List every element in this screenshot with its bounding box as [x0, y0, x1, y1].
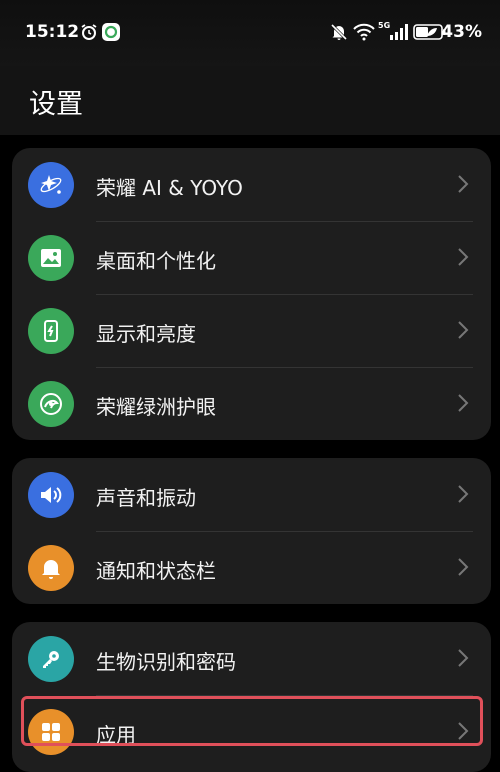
settings-item-label: 显示和亮度 — [96, 322, 196, 346]
settings-item-label: 生物识别和密码 — [96, 650, 236, 674]
settings-item-label: 声音和振动 — [96, 486, 196, 510]
status-bar: 15:12 5G 43% — [0, 0, 500, 66]
sparkle-icon — [28, 162, 74, 208]
wifi-icon — [353, 22, 375, 42]
chevron-right-icon — [458, 248, 469, 266]
settings-item-biometrics-password[interactable]: 生物识别和密码 — [12, 622, 491, 695]
settings-item-honor-ai-yoyo[interactable]: 荣耀 AI & YOYO — [12, 148, 491, 221]
settings-item-label: 通知和状态栏 — [96, 559, 216, 583]
key-icon — [28, 636, 74, 682]
phone-brightness-icon — [28, 308, 74, 354]
settings-group-2: 声音和振动 通知和状态栏 — [12, 458, 491, 604]
speaker-icon — [28, 472, 74, 518]
bell-icon — [28, 545, 74, 591]
page-title: 设置 — [29, 89, 83, 120]
chevron-right-icon — [458, 649, 469, 667]
chevron-right-icon — [458, 485, 469, 503]
header: 设置 — [0, 66, 500, 135]
image-icon — [28, 235, 74, 281]
app-notification-icon — [101, 22, 121, 42]
chevron-right-icon — [458, 558, 469, 576]
alarm-icon — [80, 22, 98, 42]
network-type-label: 5G — [378, 21, 391, 30]
settings-item-label: 荣耀绿洲护眼 — [96, 395, 216, 419]
settings-item-eye-comfort[interactable]: 荣耀绿洲护眼 — [12, 367, 491, 440]
chevron-right-icon — [458, 175, 469, 193]
settings-item-label: 桌面和个性化 — [96, 249, 216, 273]
chevron-right-icon — [458, 394, 469, 412]
eye-comfort-icon — [28, 381, 74, 427]
settings-group-1: 荣耀 AI & YOYO 桌面和个性化 显示和亮度 荣耀绿洲护眼 — [12, 148, 491, 440]
battery-percentage: 43% — [441, 22, 482, 42]
cellular-signal-icon: 5G — [378, 21, 408, 42]
selection-highlight — [21, 696, 483, 746]
status-time: 15:12 — [25, 22, 80, 42]
settings-item-display-brightness[interactable]: 显示和亮度 — [12, 294, 491, 367]
settings-item-notifications-statusbar[interactable]: 通知和状态栏 — [12, 531, 491, 604]
settings-item-sound-vibration[interactable]: 声音和振动 — [12, 458, 491, 531]
settings-item-desktop-personalization[interactable]: 桌面和个性化 — [12, 221, 491, 294]
settings-item-label: 荣耀 AI & YOYO — [96, 176, 243, 200]
mute-icon — [330, 22, 348, 42]
chevron-right-icon — [458, 321, 469, 339]
